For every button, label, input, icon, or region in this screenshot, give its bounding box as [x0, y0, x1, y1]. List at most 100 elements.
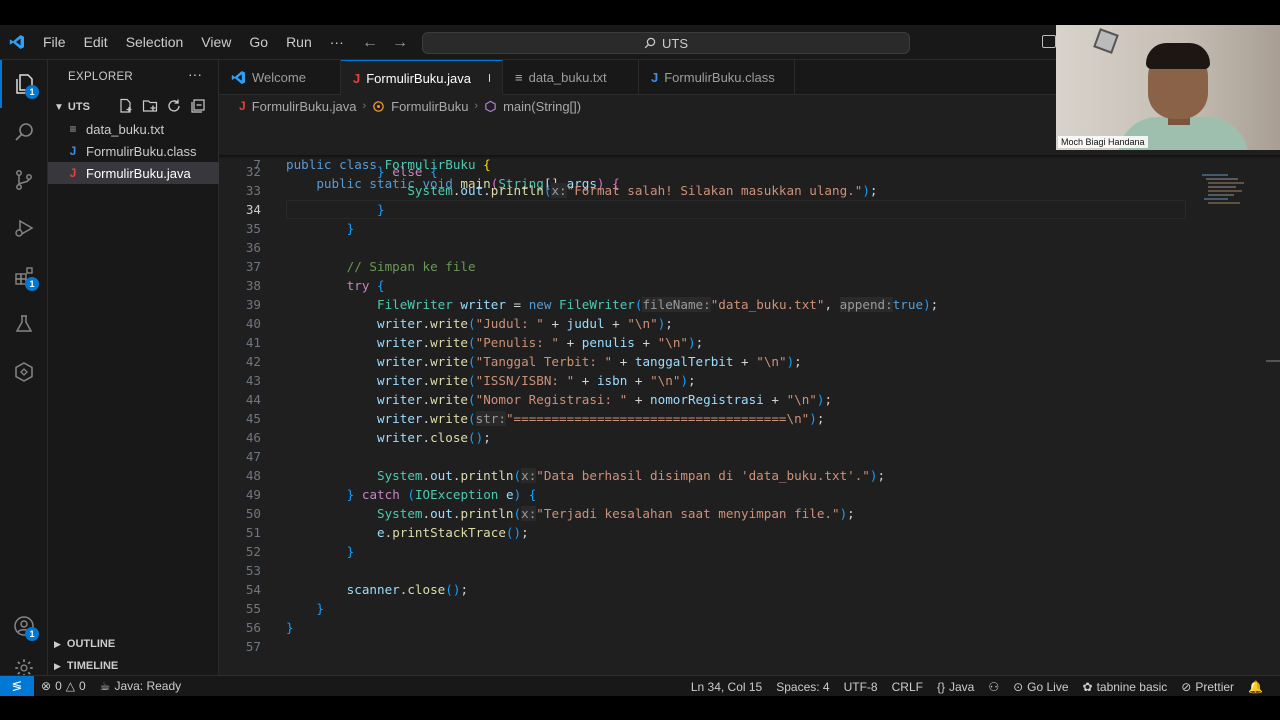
line-number: 41 — [245, 335, 261, 350]
code-line: 44 writer.write("Nomor Registrasi: " + n… — [219, 390, 1280, 409]
line-number: 35 — [245, 221, 261, 236]
code-text: // Simpan ke file — [346, 259, 476, 274]
breadcrumb-class[interactable]: FormulirBuku — [391, 99, 468, 114]
tabnine-status[interactable]: ✿ tabnine basic — [1076, 680, 1175, 694]
explorer-more-button[interactable]: ··· — [188, 66, 202, 82]
code-text: writer.write("ISSN/ISBN: " + isbn + "\n"… — [377, 373, 696, 388]
prettier-status[interactable]: ⊘ Prettier — [1174, 680, 1241, 694]
java-status[interactable]: ☕ Java: Ready — [93, 679, 188, 693]
code-line: 52 } — [219, 542, 1280, 561]
code-line: 42 writer.write("Tanggal Terbit: " + tan… — [219, 352, 1280, 371]
testing-flask-icon[interactable] — [0, 300, 48, 348]
file-item-formulirbuku-java[interactable]: J FormulirBuku.java — [48, 162, 219, 184]
unsaved-dot-icon[interactable] — [489, 74, 490, 82]
code-text: writer.write(str:"======================… — [377, 411, 825, 426]
new-file-icon[interactable] — [118, 98, 134, 114]
java-icon: J — [651, 70, 659, 85]
code-line: 56} — [219, 618, 1280, 637]
warning-icon: △ — [65, 679, 75, 693]
section-label: OUTLINE — [66, 638, 116, 650]
line-number: 52 — [245, 544, 261, 559]
tab-formulirbuku-java[interactable]: J FormulirBuku.java — [341, 60, 503, 95]
line-number: 55 — [245, 601, 261, 616]
language-text: Java — [948, 679, 975, 694]
code-line: 51 e.printStackTrace(); — [219, 523, 1280, 542]
explorer-sidebar: EXPLORER ··· ▼ UTS ≡ data_buku.txt J For… — [48, 60, 219, 675]
collapse-all-icon[interactable] — [190, 98, 206, 114]
section-label: TIMELINE — [66, 660, 119, 672]
command-center-search[interactable]: UTS — [422, 32, 910, 54]
line-number: 36 — [245, 240, 261, 255]
code-line: 33 System.out.println(x:"Format salah! S… — [219, 181, 1280, 200]
menu-view[interactable]: View — [192, 25, 240, 60]
source-control-icon[interactable] — [0, 156, 48, 204]
code-line: 39 FileWriter writer = new FileWriter(fi… — [219, 295, 1280, 314]
minimap[interactable] — [1198, 173, 1250, 213]
indentation[interactable]: Spaces: 4 — [769, 680, 836, 694]
section-timeline[interactable]: ▶ TIMELINE — [48, 655, 219, 677]
go-live-text: Go Live — [1027, 679, 1069, 694]
menu-file[interactable]: File — [34, 25, 75, 60]
code-line: 38 try { — [219, 276, 1280, 295]
tab-data-buku-txt[interactable]: ≡ data_buku.txt — [503, 60, 639, 95]
code-text: try { — [346, 278, 385, 293]
code-text: } — [346, 221, 355, 236]
code-line: 43 writer.write("ISSN/ISBN: " + isbn + "… — [219, 371, 1280, 390]
explorer-activity-icon[interactable]: 1 — [0, 60, 48, 108]
line-number: 56 — [245, 620, 261, 635]
section-outline[interactable]: ▶ OUTLINE — [48, 633, 219, 655]
remote-explorer-icon[interactable] — [0, 348, 48, 396]
file-item-data-buku-txt[interactable]: ≡ data_buku.txt — [48, 118, 219, 140]
line-number: 53 — [245, 563, 261, 578]
code-text: System.out.println(x:"Data berhasil disi… — [377, 468, 886, 483]
line-number: 37 — [245, 259, 261, 274]
menu-more[interactable]: ··· — [321, 25, 353, 60]
line-number: 33 — [245, 183, 261, 198]
language-mode[interactable]: {} Java — [930, 680, 981, 694]
copilot-icon[interactable]: ⚇ — [981, 680, 1006, 694]
go-live-button[interactable]: ⊙ Go Live — [1006, 680, 1075, 694]
accounts-icon[interactable]: 1 — [0, 602, 48, 650]
explorer-title: EXPLORER — [68, 71, 134, 83]
line-number: 57 — [245, 639, 261, 654]
remote-indicator-icon[interactable]: ≶ — [0, 675, 34, 696]
menu-go[interactable]: Go — [240, 25, 277, 60]
refresh-icon[interactable] — [166, 98, 182, 114]
code-text: scanner.close(); — [346, 582, 469, 597]
tab-formulirbuku-class[interactable]: J FormulirBuku.class — [639, 60, 795, 95]
forward-arrow-icon[interactable]: → — [392, 34, 408, 52]
breadcrumb-file[interactable]: FormulirBuku.java — [252, 99, 357, 114]
layout-toggle-icon[interactable] — [1042, 35, 1056, 48]
menu-run[interactable]: Run — [277, 25, 321, 60]
line-number: 32 — [245, 164, 261, 179]
code-line: 53 — [219, 561, 1280, 580]
code-line: 55 } — [219, 599, 1280, 618]
search-activity-icon[interactable] — [0, 108, 48, 156]
back-arrow-icon[interactable]: ← — [362, 34, 378, 52]
scrollbar-thumb[interactable] — [1266, 360, 1280, 362]
cursor-position[interactable]: Ln 34, Col 15 — [684, 680, 769, 694]
code-editor[interactable]: 6 public class FormulirBuku { 7 public s… — [219, 117, 1280, 675]
file-item-formulirbuku-class[interactable]: J FormulirBuku.class — [48, 140, 219, 162]
line-ending[interactable]: CRLF — [885, 680, 930, 694]
problems-indicator[interactable]: ⊗ 0 △ 0 — [34, 679, 93, 693]
extensions-icon[interactable]: 1 — [0, 252, 48, 300]
encoding[interactable]: UTF-8 — [837, 680, 885, 694]
vscode-icon — [231, 70, 246, 85]
menu-edit[interactable]: Edit — [75, 25, 117, 60]
java-icon: J — [69, 166, 77, 180]
tab-welcome[interactable]: Welcome — [219, 60, 341, 95]
code-line: 37 // Simpan ke file — [219, 257, 1280, 276]
folder-uts[interactable]: ▼ UTS — [48, 96, 219, 118]
notifications-bell-icon[interactable]: 🔔 — [1241, 680, 1270, 694]
explorer-badge: 1 — [25, 85, 39, 99]
prettier-text: Prettier — [1195, 679, 1235, 694]
line-number: 42 — [245, 354, 261, 369]
code-line: 49 } catch (IOException e) { — [219, 485, 1280, 504]
code-text: e.printStackTrace(); — [377, 525, 529, 540]
code-text: writer.write("Nomor Registrasi: " + nomo… — [377, 392, 833, 407]
run-debug-icon[interactable] — [0, 204, 48, 252]
menu-selection[interactable]: Selection — [117, 25, 193, 60]
breadcrumb-method[interactable]: main(String[]) — [503, 99, 581, 114]
new-folder-icon[interactable] — [142, 98, 158, 114]
